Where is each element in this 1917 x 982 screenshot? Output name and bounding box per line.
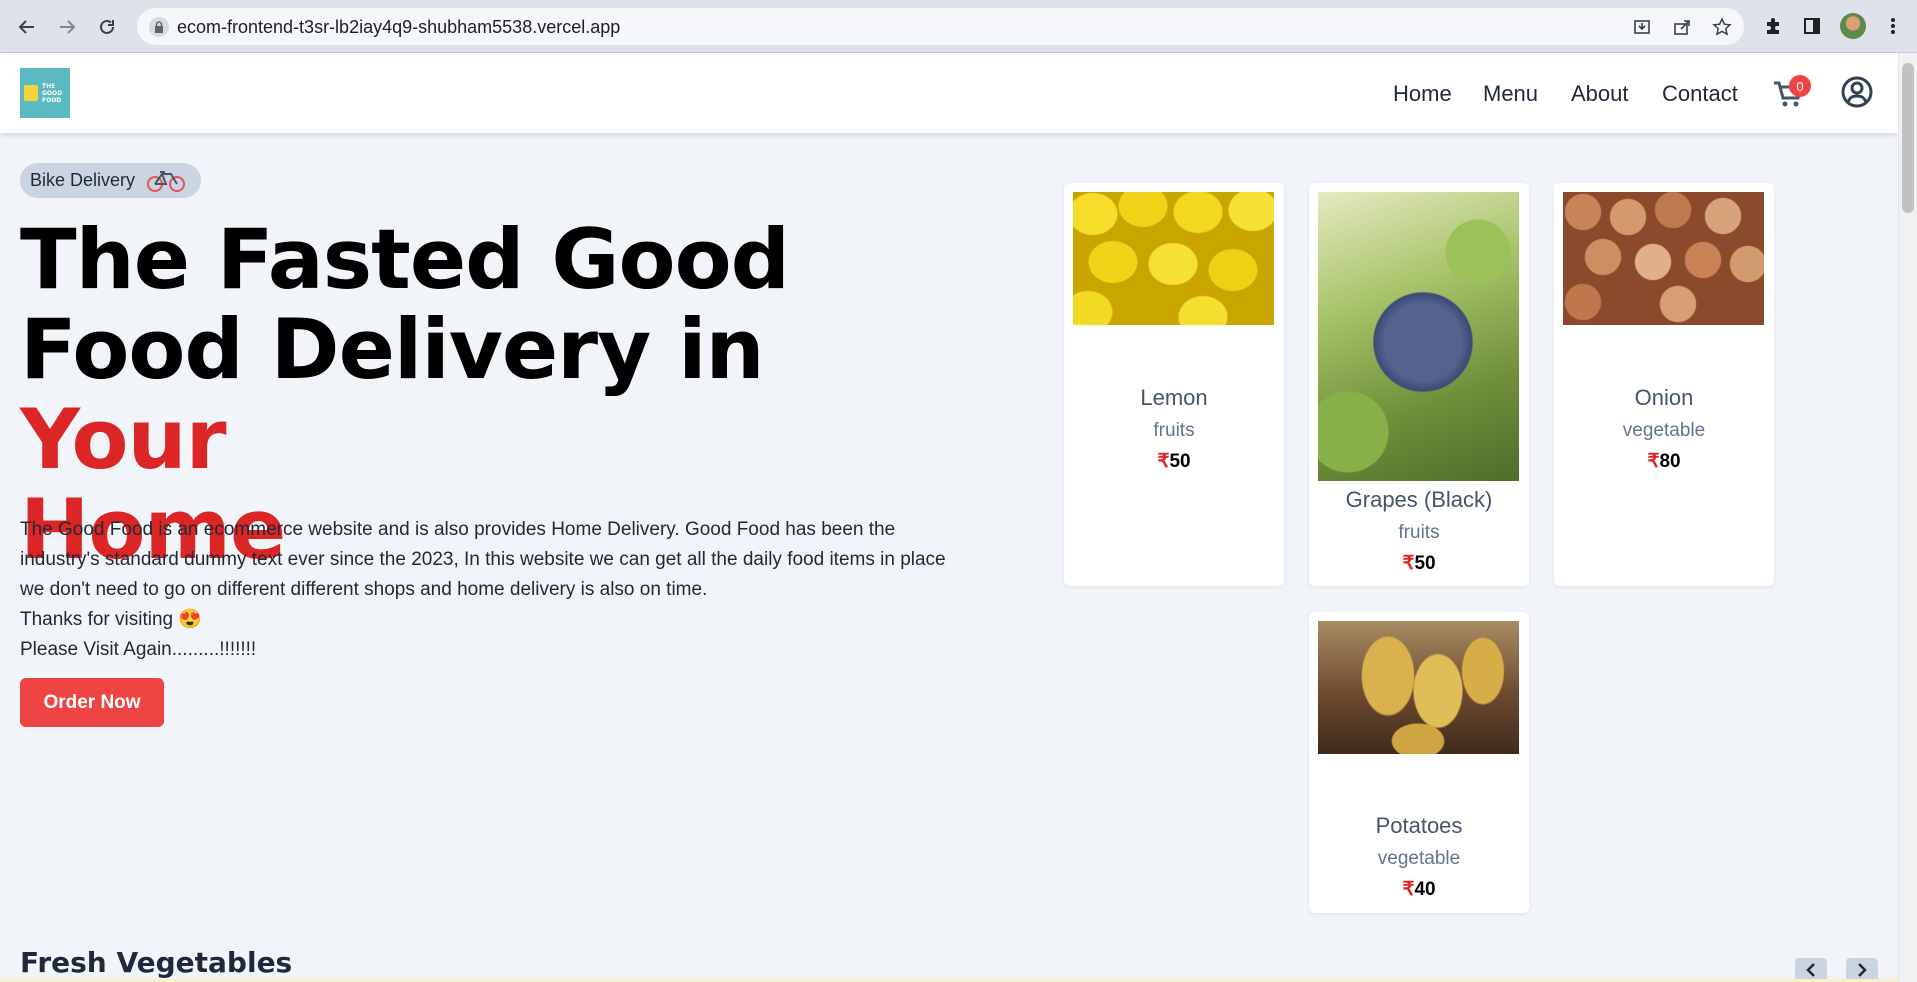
logo-text: THE GOOD FOOD bbox=[42, 82, 63, 104]
product-card-potatoes[interactable]: Potatoes vegetable ₹40 bbox=[1309, 612, 1529, 913]
address-bar[interactable]: ecom-frontend-t3sr-lb2iay4q9-shubham5538… bbox=[137, 8, 1744, 45]
extensions-icon[interactable] bbox=[1761, 14, 1785, 38]
menu-dots-icon[interactable] bbox=[1881, 14, 1905, 38]
product-price: ₹40 bbox=[1309, 878, 1529, 901]
nav-contact-link[interactable]: Contact bbox=[1662, 81, 1738, 107]
product-price: ₹50 bbox=[1064, 450, 1284, 473]
chevron-right-icon bbox=[1858, 963, 1867, 977]
currency-symbol: ₹ bbox=[1157, 451, 1170, 472]
hero-title-line1: The Fasted Good bbox=[20, 211, 790, 308]
reload-icon[interactable] bbox=[92, 12, 122, 42]
bike-delivery-badge: Bike Delivery bbox=[20, 163, 202, 198]
bicycle-icon bbox=[147, 170, 186, 192]
product-price: ₹50 bbox=[1309, 552, 1529, 575]
price-value: 50 bbox=[1169, 451, 1191, 472]
product-card-grapes[interactable]: Grapes (Black) fruits ₹50 bbox=[1309, 183, 1529, 586]
product-card-onion[interactable]: Onion vegetable ₹80 bbox=[1554, 183, 1774, 586]
browser-toolbar: ecom-frontend-t3sr-lb2iay4q9-shubham5538… bbox=[0, 0, 1917, 53]
page-scrollbar[interactable] bbox=[1898, 53, 1917, 982]
product-image-grapes bbox=[1318, 192, 1519, 481]
product-name: Onion bbox=[1634, 385, 1694, 410]
cart-button[interactable]: 0 bbox=[1773, 75, 1811, 109]
product-name: Lemon bbox=[1140, 385, 1208, 410]
scrollbar-thumb[interactable] bbox=[1902, 63, 1914, 213]
price-value: 80 bbox=[1659, 451, 1681, 472]
hero-thanks-text: Thanks for visiting 😍 bbox=[20, 609, 203, 630]
browser-profile-avatar[interactable] bbox=[1840, 13, 1866, 39]
hero-visit-again-text: Please Visit Again.........!!!!!!! bbox=[20, 639, 257, 660]
cart-count-badge: 0 bbox=[1789, 75, 1811, 97]
chevron-left-icon bbox=[1806, 963, 1815, 977]
product-image-lemon bbox=[1073, 192, 1274, 325]
product-image-onion bbox=[1563, 192, 1764, 325]
fresh-vegetables-heading: Fresh Vegetables bbox=[20, 946, 293, 979]
product-card-lemon[interactable]: Lemon fruits ₹50 bbox=[1064, 183, 1284, 586]
product-category: vegetable bbox=[1622, 420, 1706, 441]
forward-icon[interactable] bbox=[52, 12, 82, 42]
product-category: fruits bbox=[1153, 420, 1195, 441]
product-price: ₹80 bbox=[1554, 450, 1774, 473]
price-value: 50 bbox=[1414, 553, 1436, 574]
currency-symbol: ₹ bbox=[1647, 451, 1660, 472]
currency-symbol: ₹ bbox=[1402, 879, 1415, 900]
hero-description-text: The Good Food is an ecommerce website an… bbox=[20, 519, 946, 600]
lock-icon[interactable] bbox=[149, 17, 169, 37]
product-name: Potatoes bbox=[1375, 813, 1463, 838]
order-now-button[interactable]: Order Now bbox=[20, 678, 164, 727]
share-icon[interactable] bbox=[1671, 16, 1693, 38]
nav-home-link[interactable]: Home bbox=[1393, 81, 1452, 107]
user-icon[interactable] bbox=[1840, 75, 1874, 109]
hero-title-line2: Food Delivery in bbox=[20, 301, 765, 398]
back-icon[interactable] bbox=[12, 12, 42, 42]
product-name: Grapes (Black) bbox=[1345, 487, 1493, 512]
currency-symbol: ₹ bbox=[1402, 553, 1415, 574]
url-text[interactable]: ecom-frontend-t3sr-lb2iay4q9-shubham5538… bbox=[177, 17, 620, 38]
bike-delivery-label: Bike Delivery bbox=[30, 170, 136, 190]
hero-description: The Good Food is an ecommerce website an… bbox=[20, 515, 950, 665]
price-value: 40 bbox=[1414, 879, 1436, 900]
star-icon[interactable] bbox=[1711, 16, 1733, 38]
product-category: vegetable bbox=[1377, 848, 1461, 869]
site-logo[interactable]: THE GOOD FOOD bbox=[20, 68, 70, 118]
nav-menu-link[interactable]: Menu bbox=[1483, 81, 1538, 107]
nav-about-link[interactable]: About bbox=[1571, 81, 1629, 107]
product-image-potatoes bbox=[1318, 621, 1519, 754]
product-category: fruits bbox=[1398, 522, 1440, 543]
hero-title-highlight-your: Your bbox=[20, 391, 227, 488]
install-icon[interactable] bbox=[1631, 16, 1653, 38]
site-header: THE GOOD FOOD Home Menu About Contact 0 bbox=[0, 53, 1898, 133]
sidebar-icon[interactable] bbox=[1800, 14, 1824, 38]
logo-bag-icon bbox=[24, 85, 38, 101]
